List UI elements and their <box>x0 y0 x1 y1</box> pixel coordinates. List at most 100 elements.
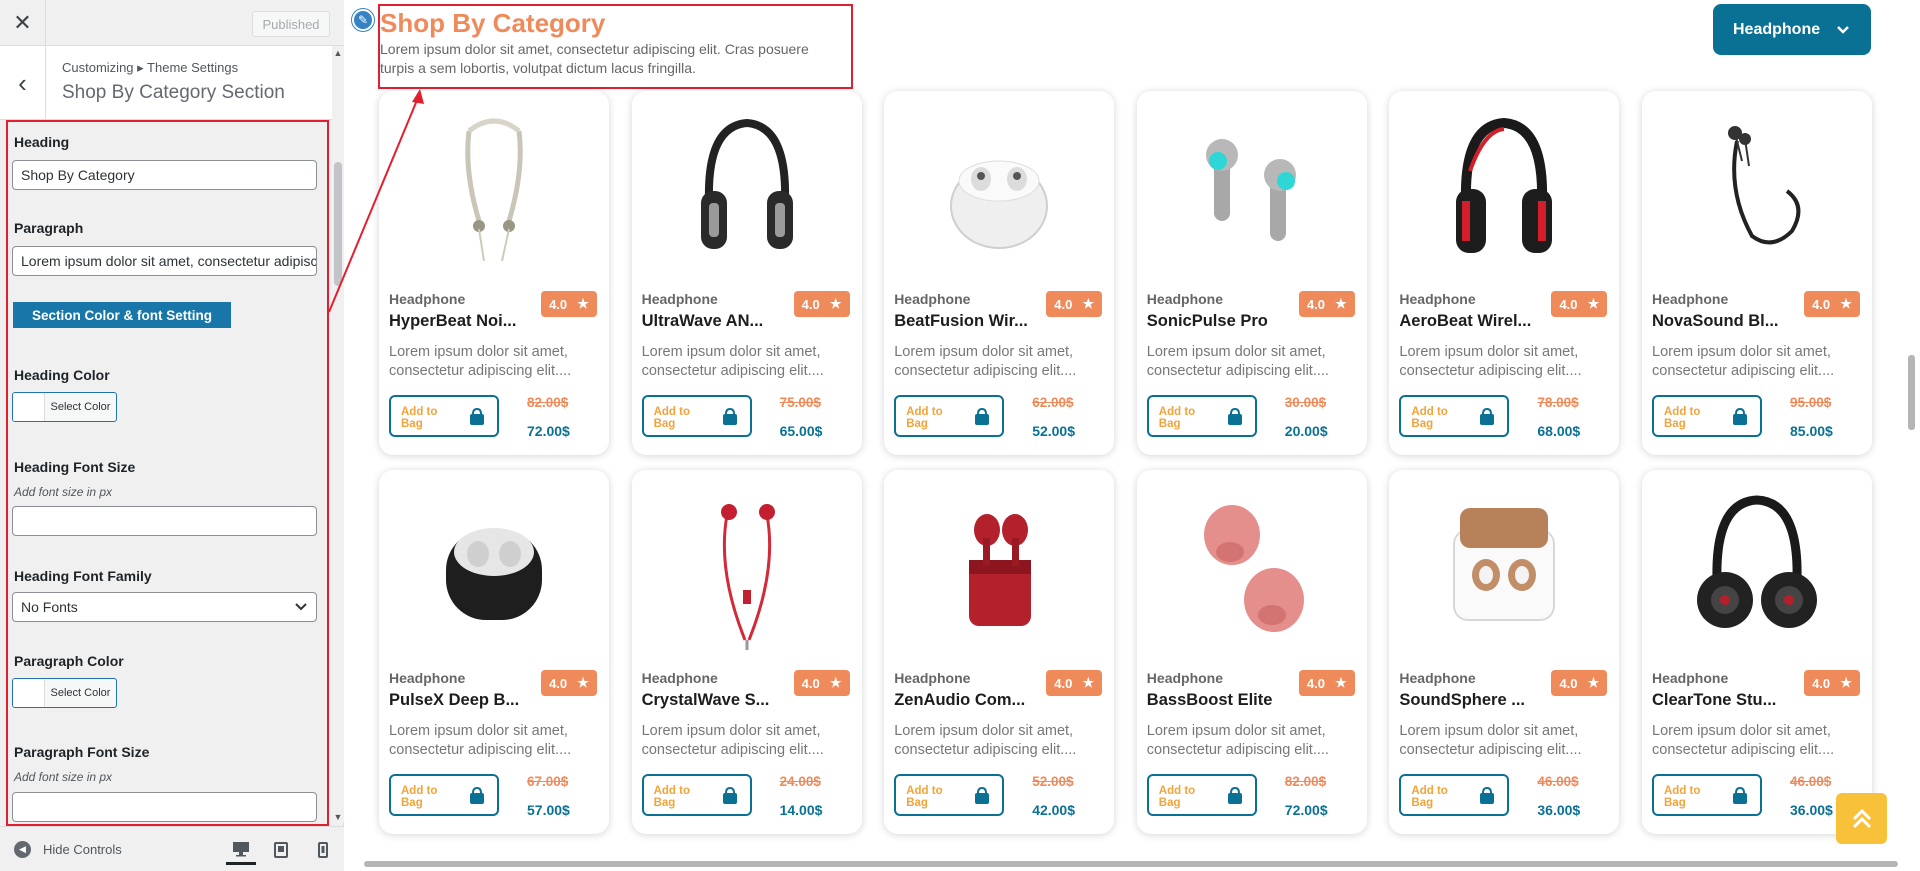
add-to-bag-button[interactable]: Add to Bag <box>894 395 1005 437</box>
product-card[interactable]: Headphone 4.0 ★ NovaSound Bl... Lorem ipsum … <box>1642 91 1872 455</box>
product-name[interactable]: PulseX Deep B... <box>389 691 519 710</box>
product-description: Lorem ipsum dolor sit amet, consectetur a… <box>1147 343 1359 381</box>
product-image[interactable] <box>1152 490 1352 650</box>
heading-color-picker[interactable]: Select Color <box>12 392 117 422</box>
product-name[interactable]: AeroBeat Wirel... <box>1399 312 1531 331</box>
product-image[interactable] <box>394 111 594 271</box>
add-to-bag-button[interactable]: Add to Bag <box>389 774 499 816</box>
product-description: Lorem ipsum dolor sit amet, consectetur a… <box>389 343 601 381</box>
color-swatch <box>13 393 45 421</box>
product-image[interactable] <box>1152 111 1352 271</box>
add-to-bag-label: Add to Bag <box>653 406 690 430</box>
product-name[interactable]: UltraWave AN... <box>642 312 764 331</box>
product-category: Headphone <box>1399 291 1476 307</box>
original-price: 82.00$ <box>527 395 569 410</box>
heading-font-family-select[interactable]: No Fonts <box>12 592 317 622</box>
product-image[interactable] <box>1657 111 1857 271</box>
scroll-up-arrow-icon[interactable]: ▲ <box>333 48 343 58</box>
product-category: Headphone <box>1146 670 1224 686</box>
add-to-bag-button[interactable]: Add to Bag <box>894 774 1005 816</box>
published-button[interactable]: Published <box>252 11 330 37</box>
rating-badge: 4.0 ★ <box>1551 291 1608 317</box>
close-customizer-button[interactable]: ✕ <box>0 0 46 46</box>
product-name[interactable]: BassBoost Elite <box>1147 691 1273 710</box>
product-image[interactable] <box>1404 490 1604 650</box>
product-name[interactable]: ZenAudio Com... <box>894 691 1025 710</box>
scrollbar-thumb[interactable] <box>1908 355 1915 430</box>
category-dropdown[interactable]: Headphone <box>1713 4 1871 55</box>
description-line: Lorem ipsum dolor sit amet, <box>894 344 1074 360</box>
product-name[interactable]: CrystalWave S... <box>642 691 770 710</box>
heading-input[interactable]: Shop By Category <box>12 160 317 190</box>
preview-vertical-scrollbar[interactable] <box>1904 0 1920 855</box>
heading-font-size-input[interactable] <box>12 506 317 536</box>
description-line: consectetur adipiscing elit.... <box>641 742 824 758</box>
add-to-bag-button[interactable]: Add to Bag <box>1652 774 1762 816</box>
add-to-bag-button[interactable]: Add to Bag <box>389 395 499 437</box>
sale-price: 72.00$ <box>1284 802 1328 818</box>
sale-price: 68.00$ <box>1537 423 1581 439</box>
product-card[interactable]: Headphone 4.0 ★ PulseX Deep B... Lorem ipsum… <box>379 470 609 834</box>
rating-badge: 4.0 ★ <box>1551 670 1608 696</box>
rating-value: 4.0 <box>1812 675 1831 691</box>
sale-price: 65.00$ <box>779 423 823 439</box>
edit-shortcut-button[interactable]: ✎ <box>352 9 374 31</box>
product-name[interactable]: ClearTone Stu... <box>1652 691 1776 710</box>
product-card[interactable]: Headphone 4.0 ★ UltraWave AN... Lorem ipsum … <box>631 91 862 455</box>
product-name[interactable]: HyperBeat Noi... <box>389 312 516 331</box>
add-to-bag-button[interactable]: Add to Bag <box>1146 395 1257 437</box>
add-to-bag-button[interactable]: Add to Bag <box>1146 774 1257 816</box>
product-card[interactable]: Headphone 4.0 ★ CrystalWave S... Lorem ipsum… <box>631 470 862 834</box>
scroll-to-top-button[interactable] <box>1836 793 1887 844</box>
scrollbar-thumb[interactable] <box>364 861 1898 867</box>
customizer-sidebar: ✕ Published ‹ Customizing ▸ Theme Settin… <box>0 0 344 871</box>
product-card[interactable]: Headphone 4.0 ★ SoundSphere ... Lorem ipsum … <box>1389 470 1620 834</box>
rating-value: 4.0 <box>1306 296 1325 312</box>
rating-value: 4.0 <box>801 675 820 691</box>
product-card[interactable]: Headphone 4.0 ★ ClearTone Stu... Lorem ipsum… <box>1642 470 1872 834</box>
product-image[interactable] <box>1657 490 1857 650</box>
product-image[interactable] <box>647 490 847 650</box>
back-button[interactable]: ‹ <box>0 46 46 120</box>
add-to-bag-button[interactable]: Add to Bag <box>641 395 752 437</box>
product-description: Lorem ipsum dolor sit amet, consectetur a… <box>642 343 854 381</box>
product-description: Lorem ipsum dolor sit amet, consectetur a… <box>894 722 1106 760</box>
product-card[interactable]: Headphone 4.0 ★ SonicPulse Pro Lorem ipsum d… <box>1136 91 1367 455</box>
product-card[interactable]: Headphone 4.0 ★ HyperBeat Noi... Lorem ipsum… <box>379 91 609 455</box>
rating-value: 4.0 <box>549 675 568 691</box>
sale-price: 52.00$ <box>1032 423 1076 439</box>
product-name[interactable]: NovaSound Bl... <box>1652 312 1779 331</box>
desktop-preview-button[interactable] <box>226 835 256 865</box>
product-name[interactable]: SonicPulse Pro <box>1147 312 1268 331</box>
product-name[interactable]: SoundSphere ... <box>1399 691 1525 710</box>
paragraph-font-size-input[interactable] <box>12 792 317 822</box>
add-to-bag-button[interactable]: Add to Bag <box>1399 395 1510 437</box>
shopping-bag-icon <box>1480 787 1495 804</box>
preview-horizontal-scrollbar[interactable] <box>344 855 1920 871</box>
add-to-bag-button[interactable]: Add to Bag <box>1652 395 1762 437</box>
star-icon: ★ <box>1082 296 1095 311</box>
product-image[interactable] <box>899 490 1099 650</box>
add-to-bag-button[interactable]: Add to Bag <box>1399 774 1510 816</box>
paragraph-input[interactable]: Lorem ipsum dolor sit amet, consectetur … <box>12 246 317 276</box>
section-paragraph: Lorem ipsum dolor sit amet, consectetur … <box>380 40 850 78</box>
scroll-down-arrow-icon[interactable]: ▼ <box>333 812 343 822</box>
section-color-font-setting-button[interactable]: Section Color & font Setting <box>13 302 231 328</box>
product-card[interactable]: Headphone 4.0 ★ BeatFusion Wir... Lorem ipsu… <box>884 91 1115 455</box>
description-line: Lorem ipsum dolor sit amet, <box>1399 344 1579 360</box>
product-image[interactable] <box>1404 111 1604 271</box>
add-to-bag-button[interactable]: Add to Bag <box>641 774 752 816</box>
mobile-preview-button[interactable] <box>308 835 338 865</box>
paragraph-color-picker[interactable]: Select Color <box>12 678 117 708</box>
product-image[interactable] <box>394 490 594 650</box>
hide-controls-button[interactable]: ◀ Hide Controls <box>14 841 122 858</box>
product-image[interactable] <box>647 111 847 271</box>
product-card[interactable]: Headphone 4.0 ★ AeroBeat Wirel... Lorem ipsu… <box>1389 91 1620 455</box>
sidebar-scrollbar-thumb[interactable] <box>334 162 342 286</box>
product-name[interactable]: BeatFusion Wir... <box>894 312 1028 331</box>
product-card[interactable]: Headphone 4.0 ★ ZenAudio Com... Lorem ipsum … <box>884 470 1115 834</box>
tablet-preview-button[interactable] <box>266 835 296 865</box>
product-image[interactable] <box>899 111 1099 271</box>
product-card[interactable]: Headphone 4.0 ★ BassBoost Elite Lorem ipsum … <box>1136 470 1367 834</box>
rating-value: 4.0 <box>1306 675 1325 691</box>
